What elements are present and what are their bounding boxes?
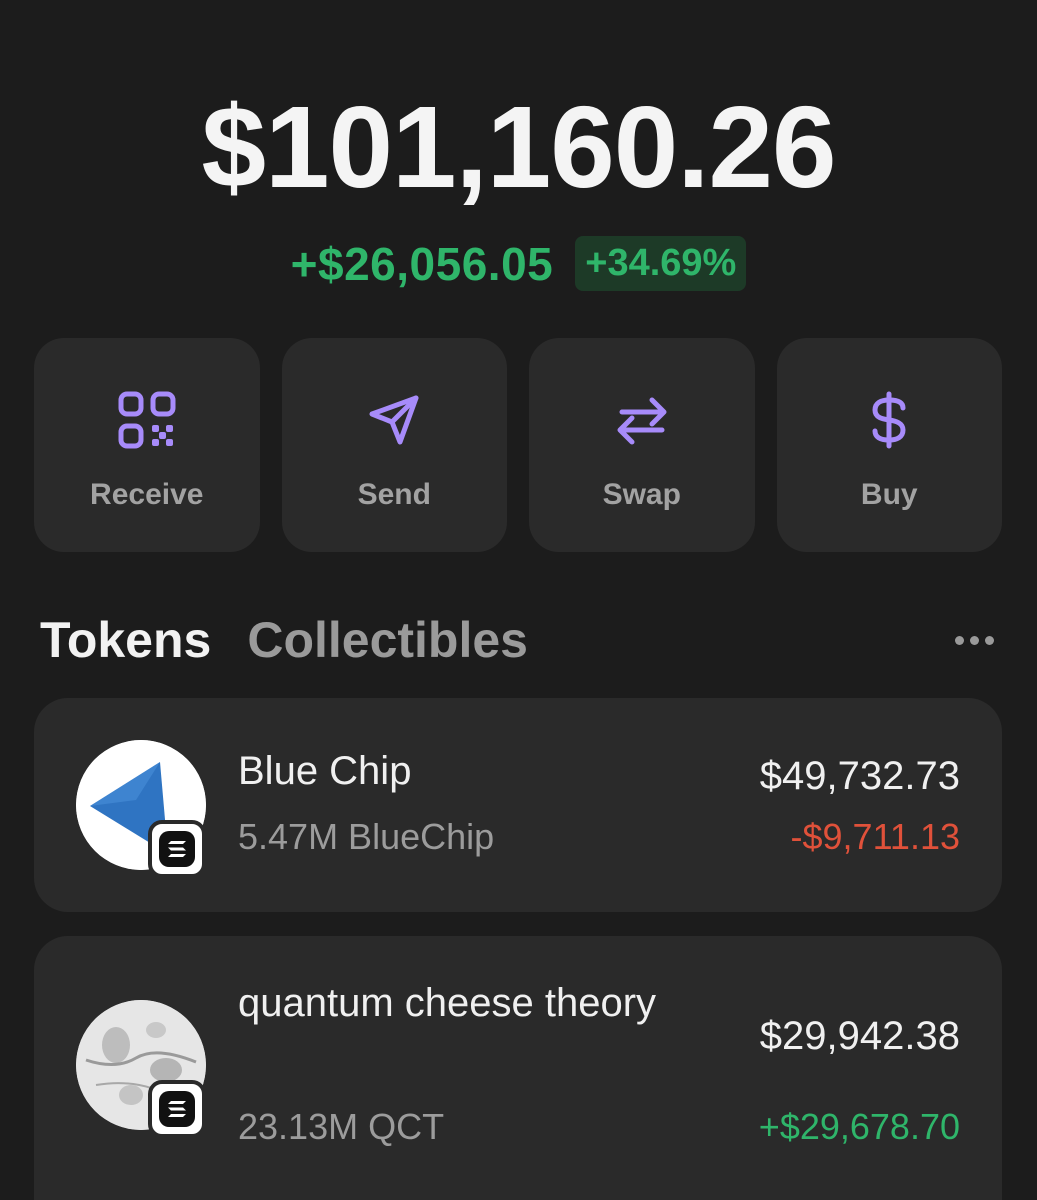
receive-label: Receive (90, 478, 204, 511)
send-label: Send (357, 478, 431, 511)
token-name: quantum cheese theory (238, 981, 657, 1025)
portfolio-change-amount: +$26,056.05 (290, 237, 554, 290)
portfolio-balance: $101,160.26 (201, 82, 836, 212)
dollar-icon (857, 388, 921, 452)
token-quantity: 23.13M QCT (238, 1106, 445, 1147)
portfolio-change-percent-badge: +34.69% (575, 236, 747, 291)
token-change: +$29,678.70 (758, 1106, 960, 1147)
qr-code-icon (115, 388, 179, 452)
more-options-icon[interactable] (955, 635, 1000, 645)
solana-badge-icon (148, 820, 206, 878)
action-buttons: Receive Send Swap Buy (34, 338, 1002, 552)
asset-tabs: Tokens Collectibles (40, 608, 1000, 672)
wallet-screen: $101,160.26 +$26,056.05 +34.69% Receive (0, 0, 1037, 1200)
send-icon (362, 388, 426, 452)
swap-label: Swap (602, 478, 681, 511)
portfolio-change-row: +$26,056.05 +34.69% (0, 236, 1037, 291)
token-name: Blue Chip (238, 749, 412, 793)
token-row[interactable]: quantum cheese theory 23.13M QCT $29,942… (34, 936, 1002, 1200)
send-button[interactable]: Send (281, 338, 507, 552)
swap-button[interactable]: Swap (529, 338, 755, 552)
token-quantity: 5.47M BlueChip (238, 816, 495, 857)
token-row[interactable]: Blue Chip 5.47M BlueChip $49,732.73 -$9,… (34, 698, 1002, 912)
swap-icon (610, 388, 674, 452)
receive-button[interactable]: Receive (34, 338, 260, 552)
buy-button[interactable]: Buy (776, 338, 1002, 552)
tab-collectibles[interactable]: Collectibles (247, 611, 528, 669)
token-change: -$9,711.13 (790, 816, 960, 857)
buy-label: Buy (860, 478, 918, 511)
token-value: $49,732.73 (759, 754, 960, 798)
solana-badge-icon (148, 1080, 206, 1138)
tab-tokens[interactable]: Tokens (40, 611, 211, 669)
token-value: $29,942.38 (759, 1014, 960, 1058)
